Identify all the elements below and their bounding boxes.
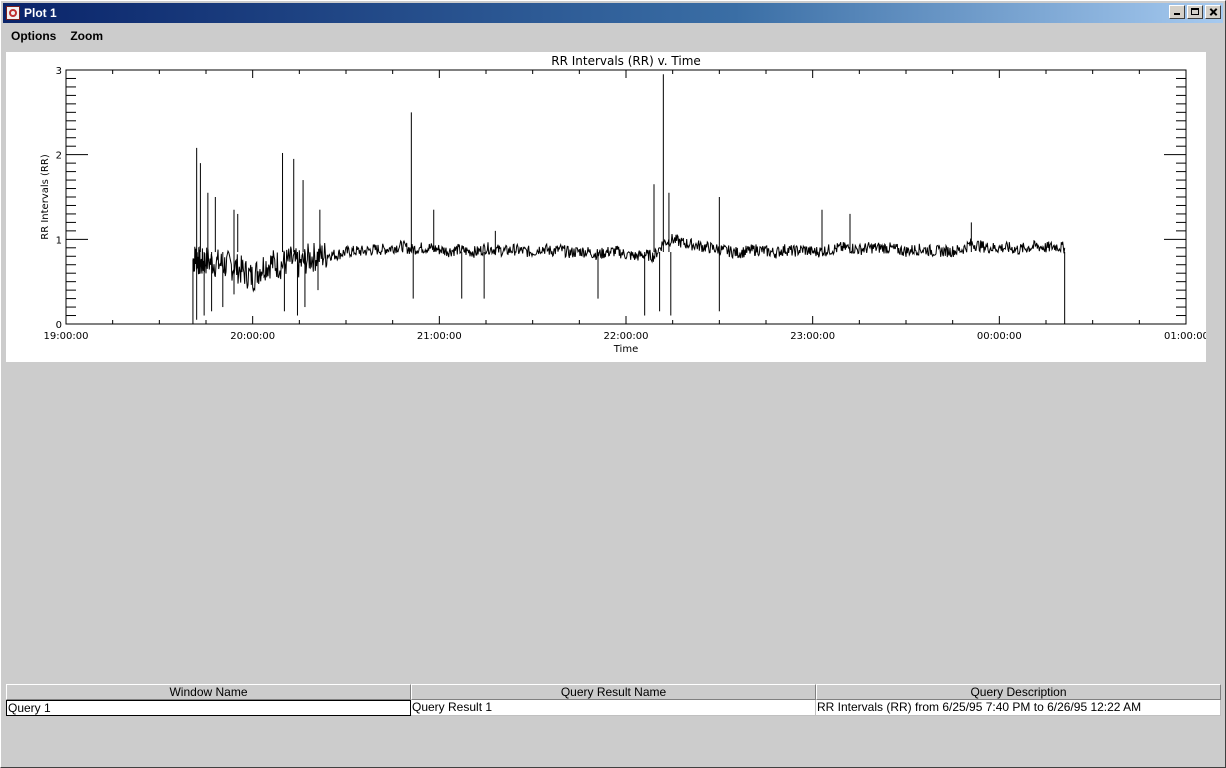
close-button[interactable] [1205,5,1221,19]
x-tick-label: 23:00:00 [790,331,835,342]
app-icon[interactable] [6,6,20,20]
cell-query-result-name[interactable]: Query Result 1 [411,700,816,716]
plot-window: Plot 1 Options Zoom RR Intervals (RR) v.… [0,0,1226,768]
query-table: Window Name Query Result Name Query Desc… [6,684,1221,716]
column-header-query-result-name[interactable]: Query Result Name [411,684,816,700]
plot-panel[interactable]: RR Intervals (RR) v. Time RR Intervals (R… [6,52,1206,362]
cell-window-name[interactable]: Query 1 [6,700,411,716]
minimize-button[interactable] [1169,5,1185,19]
table-header: Window Name Query Result Name Query Desc… [6,684,1221,700]
y-tick-label: 0 [56,320,62,331]
x-tick-label: 19:00:00 [44,331,89,342]
menu-bar: Options Zoom [3,25,1223,47]
y-tick-label: 3 [56,66,62,77]
x-axis-label: Time [613,344,638,355]
rr-chart[interactable]: RR Intervals (RR) v. Time RR Intervals (R… [6,52,1206,362]
window-title: Plot 1 [24,6,57,20]
chart-title: RR Intervals (RR) v. Time [551,54,701,68]
menu-zoom[interactable]: Zoom [63,26,110,46]
x-tick-label: 22:00:00 [604,331,649,342]
window-controls [1167,5,1221,19]
x-tick-label: 00:00:00 [977,331,1022,342]
y-axis-label: RR Intervals (RR) [40,154,51,240]
y-tick-label: 2 [56,151,62,162]
title-bar[interactable]: Plot 1 [3,3,1223,23]
table-row[interactable]: Query 1 Query Result 1 RR Intervals (RR)… [6,700,1221,716]
cell-query-description[interactable]: RR Intervals (RR) from 6/25/95 7:40 PM t… [816,700,1221,716]
x-tick-label: 20:00:00 [230,331,275,342]
maximize-button[interactable] [1187,5,1203,19]
column-header-query-description[interactable]: Query Description [816,684,1221,700]
x-tick-label: 01:00:00 [1164,331,1206,342]
menu-options[interactable]: Options [3,26,63,46]
rr-series-line [192,233,1066,293]
y-tick-label: 1 [56,235,62,246]
x-tick-label: 21:00:00 [417,331,462,342]
empty-area [6,363,1221,683]
column-header-window-name[interactable]: Window Name [6,684,411,700]
